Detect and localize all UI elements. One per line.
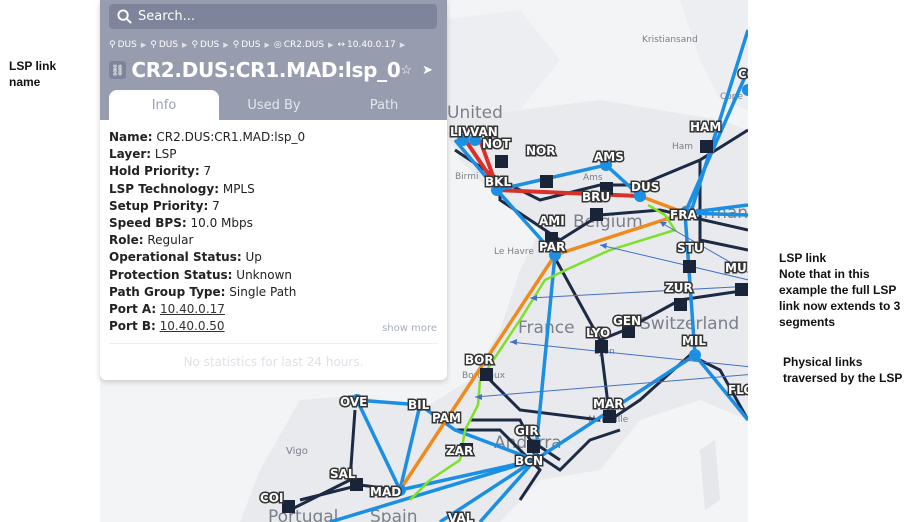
node-label: BCN (515, 454, 543, 468)
node-label: BKL (485, 175, 511, 189)
field-role: Role: Regular (109, 233, 194, 248)
node-label: MU (725, 261, 747, 275)
location-pin-icon: ⚲ (191, 40, 199, 50)
chevron-right-icon: ▶ (182, 41, 188, 49)
field-protection-status: Protection Status: Unknown (109, 267, 293, 282)
show-more-link[interactable]: show more (382, 323, 437, 334)
page-title: CR2.DUS:CR1.MAD:lsp_0 (131, 58, 401, 82)
tab-bar: Info Used By Path (109, 90, 439, 120)
breadcrumb-item[interactable]: ↔ 10.40.0.17 (337, 40, 395, 50)
breadcrumb-item[interactable]: ◎ CR2.DUS (274, 40, 324, 50)
node-label: PAR (539, 240, 565, 254)
node-label: MIL (682, 334, 706, 348)
node-label: COI (260, 491, 283, 505)
field-layer: Layer: LSP (109, 147, 177, 162)
node-label: FRA (670, 208, 697, 222)
location-pin-icon: ⚲ (109, 40, 116, 50)
node-label: GEN (613, 314, 641, 328)
node-label: SAL (330, 467, 356, 481)
geo-label: Cope (720, 92, 744, 102)
geo-label: Portugal (268, 507, 338, 522)
node-label: NOR (526, 144, 555, 158)
node-label: DUS (631, 180, 659, 194)
node-label: PAM (432, 411, 461, 425)
breadcrumb-item[interactable]: ⚲ DUS (109, 40, 137, 50)
field-speed-bps: Speed BPS: 10.0 Mbps (109, 216, 253, 231)
geo-label: Le Havre (494, 247, 534, 257)
search-input[interactable]: Search... (138, 9, 195, 24)
field-port-a: Port A: 10.40.0.17 (109, 302, 225, 317)
geo-label: Kristiansand (642, 35, 698, 45)
field-setup-priority: Setup Priority: 7 (109, 198, 220, 213)
geo-label: Ams (583, 173, 603, 183)
node-label: AMI (539, 214, 565, 228)
node-label: MAD (370, 485, 401, 499)
port-link-icon: ↔ (337, 40, 346, 50)
info-fields: Name: CR2.DUS:CR1.MAD:lsp_0 Layer: LSP H… (100, 120, 447, 335)
navigate-arrow-icon[interactable]: ➤ (422, 62, 433, 78)
router-icon: ◎ (273, 40, 282, 50)
chevron-right-icon: ▶ (328, 41, 334, 49)
breadcrumb-item[interactable]: ⚲ DUS (150, 40, 178, 50)
node-label: FLO (728, 383, 748, 397)
node-label: ZAR (446, 444, 473, 458)
chevron-right-icon: ▶ (223, 41, 229, 49)
star-icon[interactable]: ☆ (400, 62, 412, 78)
geo-label: Birmi (455, 172, 478, 182)
location-pin-icon: ⚲ (232, 40, 240, 50)
tab-used-by[interactable]: Used By (219, 90, 329, 120)
port-a-link[interactable]: 10.40.0.17 (160, 302, 225, 316)
node-label: AMS (594, 150, 624, 164)
node-label: CO (738, 67, 748, 81)
field-operational-status: Operational Status: Up (109, 250, 262, 265)
node-label: VAL (448, 511, 474, 522)
search-icon (117, 9, 132, 24)
chevron-right-icon: ▶ (140, 41, 147, 49)
node-label: LYO (586, 326, 610, 340)
link-icon: ⛓ (109, 61, 127, 79)
node-label: BOR (465, 353, 494, 367)
search-box[interactable]: Search... (109, 4, 437, 29)
field-hold-priority: Hold Priority: 7 (109, 164, 212, 179)
panel-header: Search... ⚲ DUS ▶ ⚲ DUS ▶ ⚲ DUS ▶ ⚲ DUS ▶ ◎ C… (100, 0, 447, 120)
annotation-lsp-link-name: LSP link name (9, 59, 57, 89)
annotation-title: LSP link (779, 251, 827, 265)
field-lsp-technology: LSP Technology: MPLS (109, 181, 255, 196)
annotation-physical-links: Physical links traversed by the LSP (783, 355, 903, 385)
tab-info[interactable]: Info (109, 90, 219, 120)
node-label: STU (677, 241, 704, 255)
tab-path[interactable]: Path (329, 90, 439, 120)
breadcrumb-item[interactable]: ⚲ DUS (233, 40, 261, 50)
node-label: BRU (582, 190, 610, 204)
geo-label: Switzerland (640, 314, 739, 334)
chevron-right-icon: ▶ (264, 41, 270, 49)
node-label: ZUR (665, 281, 693, 295)
node-label: LIV (450, 125, 472, 139)
node-label: HAM (690, 120, 721, 134)
field-name: Name: CR2.DUS:CR1.MAD:lsp_0 (109, 130, 306, 144)
details-panel: Search... ⚲ DUS ▶ ⚲ DUS ▶ ⚲ DUS ▶ ⚲ DUS ▶ ◎ C… (100, 0, 447, 380)
chevron-right-icon: ▶ (399, 41, 406, 49)
geo-label: Ham (672, 142, 693, 152)
node-label: GIR (515, 424, 539, 438)
port-b-link[interactable]: 10.40.0.50 (160, 319, 225, 333)
node-label: NOT (482, 137, 511, 151)
no-statistics-message: No statistics for last 24 hours. (183, 355, 364, 369)
node-label: MAR (593, 397, 623, 411)
node-label: OVE (340, 395, 367, 409)
breadcrumb-item[interactable]: ⚲ DUS (191, 40, 219, 50)
node-label: BIL (408, 398, 430, 412)
breadcrumb: ⚲ DUS ▶ ⚲ DUS ▶ ⚲ DUS ▶ ⚲ DUS ▶ ◎ CR2.DUS ▶ ↔… (109, 40, 409, 50)
geo-label: United (447, 103, 503, 123)
title-row: ⛓ CR2.DUS:CR1.MAD:lsp_0 ☆ ➤ (109, 58, 437, 82)
annotation-note: Note that in this example the full LSP l… (779, 267, 901, 329)
divider (109, 343, 438, 344)
annotation-lsp-link: LSP link Note that in this example the f… (779, 250, 909, 330)
location-pin-icon: ⚲ (150, 40, 157, 50)
geo-label: Vigo (286, 446, 308, 457)
field-path-group-type: Path Group Type: Single Path (109, 284, 297, 299)
